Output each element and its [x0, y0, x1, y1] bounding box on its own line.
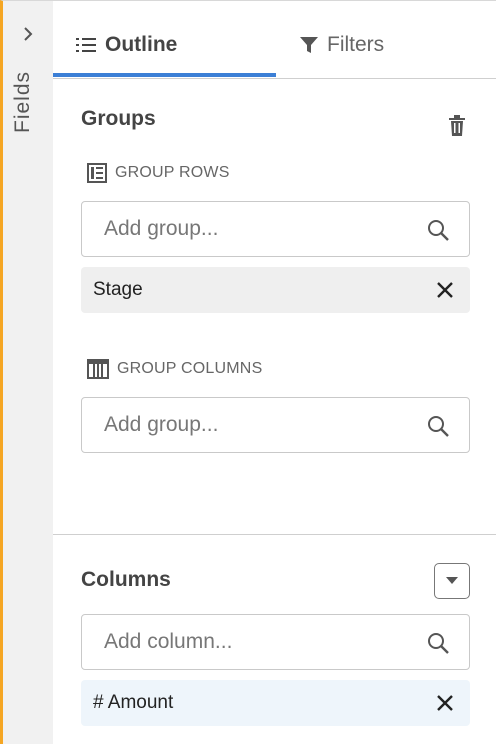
tab-outline[interactable]: Outline: [75, 27, 177, 63]
tab-outline-label: Outline: [105, 33, 178, 56]
tab-filters[interactable]: Filters: [299, 27, 384, 63]
columns-dropdown-button[interactable]: [434, 563, 470, 599]
search-icon[interactable]: [427, 632, 449, 654]
section-divider: [53, 534, 496, 535]
group-rows-text: GROUP ROWS: [115, 164, 230, 181]
close-icon[interactable]: [436, 281, 454, 299]
outline-panel: Outline Filters Groups GROUP ROWS Add gr…: [53, 0, 496, 744]
group-rows-label: GROUP ROWS: [87, 163, 230, 183]
tab-bar: Outline Filters: [53, 1, 496, 79]
columns-input[interactable]: [104, 615, 414, 669]
group-rows-search-field[interactable]: [81, 201, 470, 257]
group-rows-input[interactable]: [104, 202, 414, 256]
close-icon[interactable]: [436, 694, 454, 712]
group-row-chip-label: Stage: [93, 279, 143, 300]
group-columns-input[interactable]: [104, 398, 414, 452]
trash-icon[interactable]: [447, 115, 467, 137]
fields-rail[interactable]: Fields: [0, 0, 53, 744]
search-icon[interactable]: [427, 415, 449, 437]
chevron-right-icon[interactable]: [19, 25, 37, 43]
group-columns-search-field[interactable]: [81, 397, 470, 453]
list-icon: [76, 38, 96, 52]
active-tab-indicator: [53, 73, 276, 77]
columns-icon: [87, 359, 109, 379]
fields-rail-label[interactable]: Fields: [11, 71, 35, 133]
columns-title: Columns: [81, 568, 171, 591]
group-columns-label: GROUP COLUMNS: [87, 359, 262, 379]
tab-filters-label: Filters: [327, 33, 385, 56]
columns-search-field[interactable]: [81, 614, 470, 670]
search-icon[interactable]: [427, 219, 449, 241]
group-row-chip-stage[interactable]: Stage: [81, 267, 470, 313]
caret-down-icon: [446, 577, 458, 584]
rows-icon: [87, 163, 107, 183]
filter-icon: [300, 37, 318, 53]
groups-title: Groups: [81, 107, 156, 130]
column-chip-label: # Amount: [93, 692, 174, 713]
column-chip-amount[interactable]: # Amount: [81, 680, 470, 726]
group-columns-text: GROUP COLUMNS: [117, 360, 263, 377]
